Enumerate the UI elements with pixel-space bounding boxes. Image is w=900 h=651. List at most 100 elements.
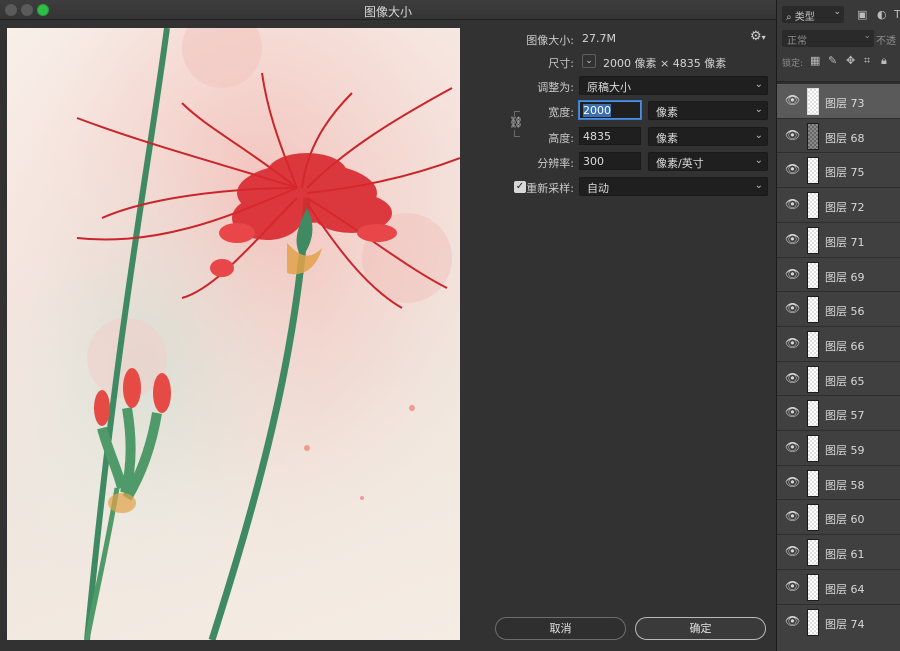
width-unit-select[interactable]: 像素 ⌄: [648, 101, 768, 120]
filter-image-icon[interactable]: ▣: [857, 8, 867, 21]
eye-visibility-icon[interactable]: 👁︎: [785, 232, 800, 246]
cancel-button[interactable]: 取消: [495, 617, 626, 640]
eye-visibility-icon[interactable]: 👁︎: [785, 371, 800, 385]
layer-thumbnail[interactable]: [807, 123, 819, 150]
eye-visibility-icon[interactable]: 👁︎: [785, 267, 800, 281]
layer-thumbnail[interactable]: [807, 470, 819, 497]
filter-adjustment-icon[interactable]: ◐: [877, 8, 887, 21]
resolution-unit-select[interactable]: 像素/英寸 ⌄: [648, 152, 768, 171]
layer-row[interactable]: 👁︎ 图层 60: [777, 499, 900, 534]
layer-name[interactable]: 图层 57: [825, 407, 865, 423]
layer-thumbnail[interactable]: [807, 366, 819, 393]
fit-to-select[interactable]: 原稿大小 ⌄: [579, 76, 768, 95]
layer-row[interactable]: 👁︎ 图层 72: [777, 187, 900, 222]
layer-name[interactable]: 图层 71: [825, 234, 865, 250]
layer-thumbnail[interactable]: [807, 157, 819, 184]
window-title: 图像大小: [363, 5, 412, 19]
eye-visibility-icon[interactable]: 👁︎: [785, 579, 800, 593]
resolution-input[interactable]: 300: [579, 152, 641, 170]
layers-panel: ⌕ 类型 ⌄ ▣ ◐ T 正常 ⌄ 不透 锁定: ▦ ✎ ✥ ⌗ 🔒︎ 👁︎ 图层…: [776, 0, 900, 651]
layer-name[interactable]: 图层 56: [825, 303, 865, 319]
opacity-label: 不透: [876, 36, 896, 47]
eye-visibility-icon[interactable]: 👁︎: [785, 336, 800, 350]
layer-name[interactable]: 图层 73: [825, 95, 865, 111]
lock-all-icon[interactable]: 🔒︎: [881, 54, 887, 68]
layer-name[interactable]: 图层 75: [825, 164, 865, 180]
layer-thumbnail[interactable]: [807, 609, 819, 636]
eye-visibility-icon[interactable]: 👁︎: [785, 162, 800, 176]
layer-thumbnail[interactable]: [807, 192, 819, 219]
layer-row[interactable]: 👁︎ 图层 73: [777, 83, 900, 118]
resample-label: 重新采样:: [526, 182, 574, 195]
ok-button[interactable]: 确定: [635, 617, 766, 640]
eye-visibility-icon[interactable]: 👁︎: [785, 475, 800, 489]
resample-checkbox[interactable]: ✓: [514, 181, 526, 193]
layer-row[interactable]: 👁︎ 图层 57: [777, 395, 900, 430]
height-input[interactable]: 4835: [579, 127, 641, 145]
layer-thumbnail[interactable]: [807, 331, 819, 358]
layer-name[interactable]: 图层 74: [825, 616, 865, 632]
eye-visibility-icon[interactable]: 👁︎: [785, 614, 800, 628]
kind-filter-select[interactable]: ⌕ 类型 ⌄: [782, 6, 844, 23]
layer-row[interactable]: 👁︎ 图层 75: [777, 152, 900, 187]
layer-name[interactable]: 图层 69: [825, 269, 865, 285]
lock-position-icon[interactable]: ✥: [846, 54, 855, 67]
layer-name[interactable]: 图层 59: [825, 442, 865, 458]
layer-name[interactable]: 图层 64: [825, 581, 865, 597]
width-unit-value: 像素: [656, 106, 678, 119]
layer-row[interactable]: 👁︎ 图层 69: [777, 257, 900, 292]
layer-thumbnail[interactable]: [807, 574, 819, 601]
width-input[interactable]: 2000: [579, 101, 641, 119]
layer-thumbnail[interactable]: [807, 539, 819, 566]
chevron-down-icon: ⌄: [833, 7, 841, 17]
layer-name[interactable]: 图层 58: [825, 477, 865, 493]
width-label: 宽度:: [548, 106, 574, 119]
layer-row[interactable]: 👁︎ 图层 58: [777, 465, 900, 500]
height-value: 4835: [583, 130, 611, 143]
layer-name[interactable]: 图层 65: [825, 373, 865, 389]
eye-visibility-icon[interactable]: 👁︎: [785, 301, 800, 315]
layer-row[interactable]: 👁︎ 图层 64: [777, 569, 900, 604]
gear-icon[interactable]: ⚙▾: [750, 29, 766, 44]
filter-type-icon[interactable]: T: [894, 8, 900, 21]
layer-thumbnail[interactable]: [807, 262, 819, 289]
layer-row[interactable]: 👁︎ 图层 66: [777, 326, 900, 361]
title-bar: 图像大小: [0, 0, 776, 20]
eye-visibility-icon[interactable]: 👁︎: [785, 93, 800, 107]
layer-row[interactable]: 👁︎ 图层 74: [777, 604, 900, 639]
layer-thumbnail[interactable]: [807, 227, 819, 254]
height-unit-select[interactable]: 像素 ⌄: [648, 127, 768, 146]
layer-thumbnail[interactable]: [807, 504, 819, 531]
eye-visibility-icon[interactable]: 👁︎: [785, 509, 800, 523]
layer-name[interactable]: 图层 61: [825, 546, 865, 562]
layer-row[interactable]: 👁︎ 图层 71: [777, 222, 900, 257]
eye-visibility-icon[interactable]: 👁︎: [785, 544, 800, 558]
layer-row[interactable]: 👁︎ 图层 61: [777, 534, 900, 569]
layer-name[interactable]: 图层 66: [825, 338, 865, 354]
blend-mode-select[interactable]: 正常 ⌄: [782, 30, 874, 47]
layer-name[interactable]: 图层 72: [825, 199, 865, 215]
eye-visibility-icon[interactable]: 👁︎: [785, 405, 800, 419]
lock-pixels-icon[interactable]: ✎: [828, 54, 837, 67]
lock-transparency-icon[interactable]: ▦: [810, 54, 820, 67]
layer-row[interactable]: 👁︎ 图层 65: [777, 361, 900, 396]
checkmark-icon: ✓: [515, 181, 525, 192]
eye-visibility-icon[interactable]: 👁︎: [785, 128, 800, 142]
eye-visibility-icon[interactable]: 👁︎: [785, 197, 800, 211]
image-preview[interactable]: [7, 28, 460, 640]
layer-name[interactable]: 图层 60: [825, 511, 865, 527]
resample-select[interactable]: 自动 ⌄: [579, 177, 768, 196]
layer-thumbnail[interactable]: [807, 400, 819, 427]
layer-thumbnail[interactable]: [807, 296, 819, 323]
layer-thumbnail[interactable]: [807, 435, 819, 462]
layer-row[interactable]: 👁︎ 图层 59: [777, 430, 900, 465]
lock-artboard-icon[interactable]: ⌗: [864, 54, 870, 68]
layer-row[interactable]: 👁︎ 图层 68: [777, 118, 900, 153]
layer-row[interactable]: 👁︎ 图层 56: [777, 291, 900, 326]
dimensions-dropdown-toggle[interactable]: ⌄: [582, 54, 596, 68]
chevron-down-icon: ⌄: [863, 31, 871, 41]
layer-thumbnail[interactable]: [807, 88, 819, 115]
image-size-label: 图像大小:: [526, 34, 574, 47]
layer-name[interactable]: 图层 68: [825, 130, 865, 146]
eye-visibility-icon[interactable]: 👁︎: [785, 440, 800, 454]
